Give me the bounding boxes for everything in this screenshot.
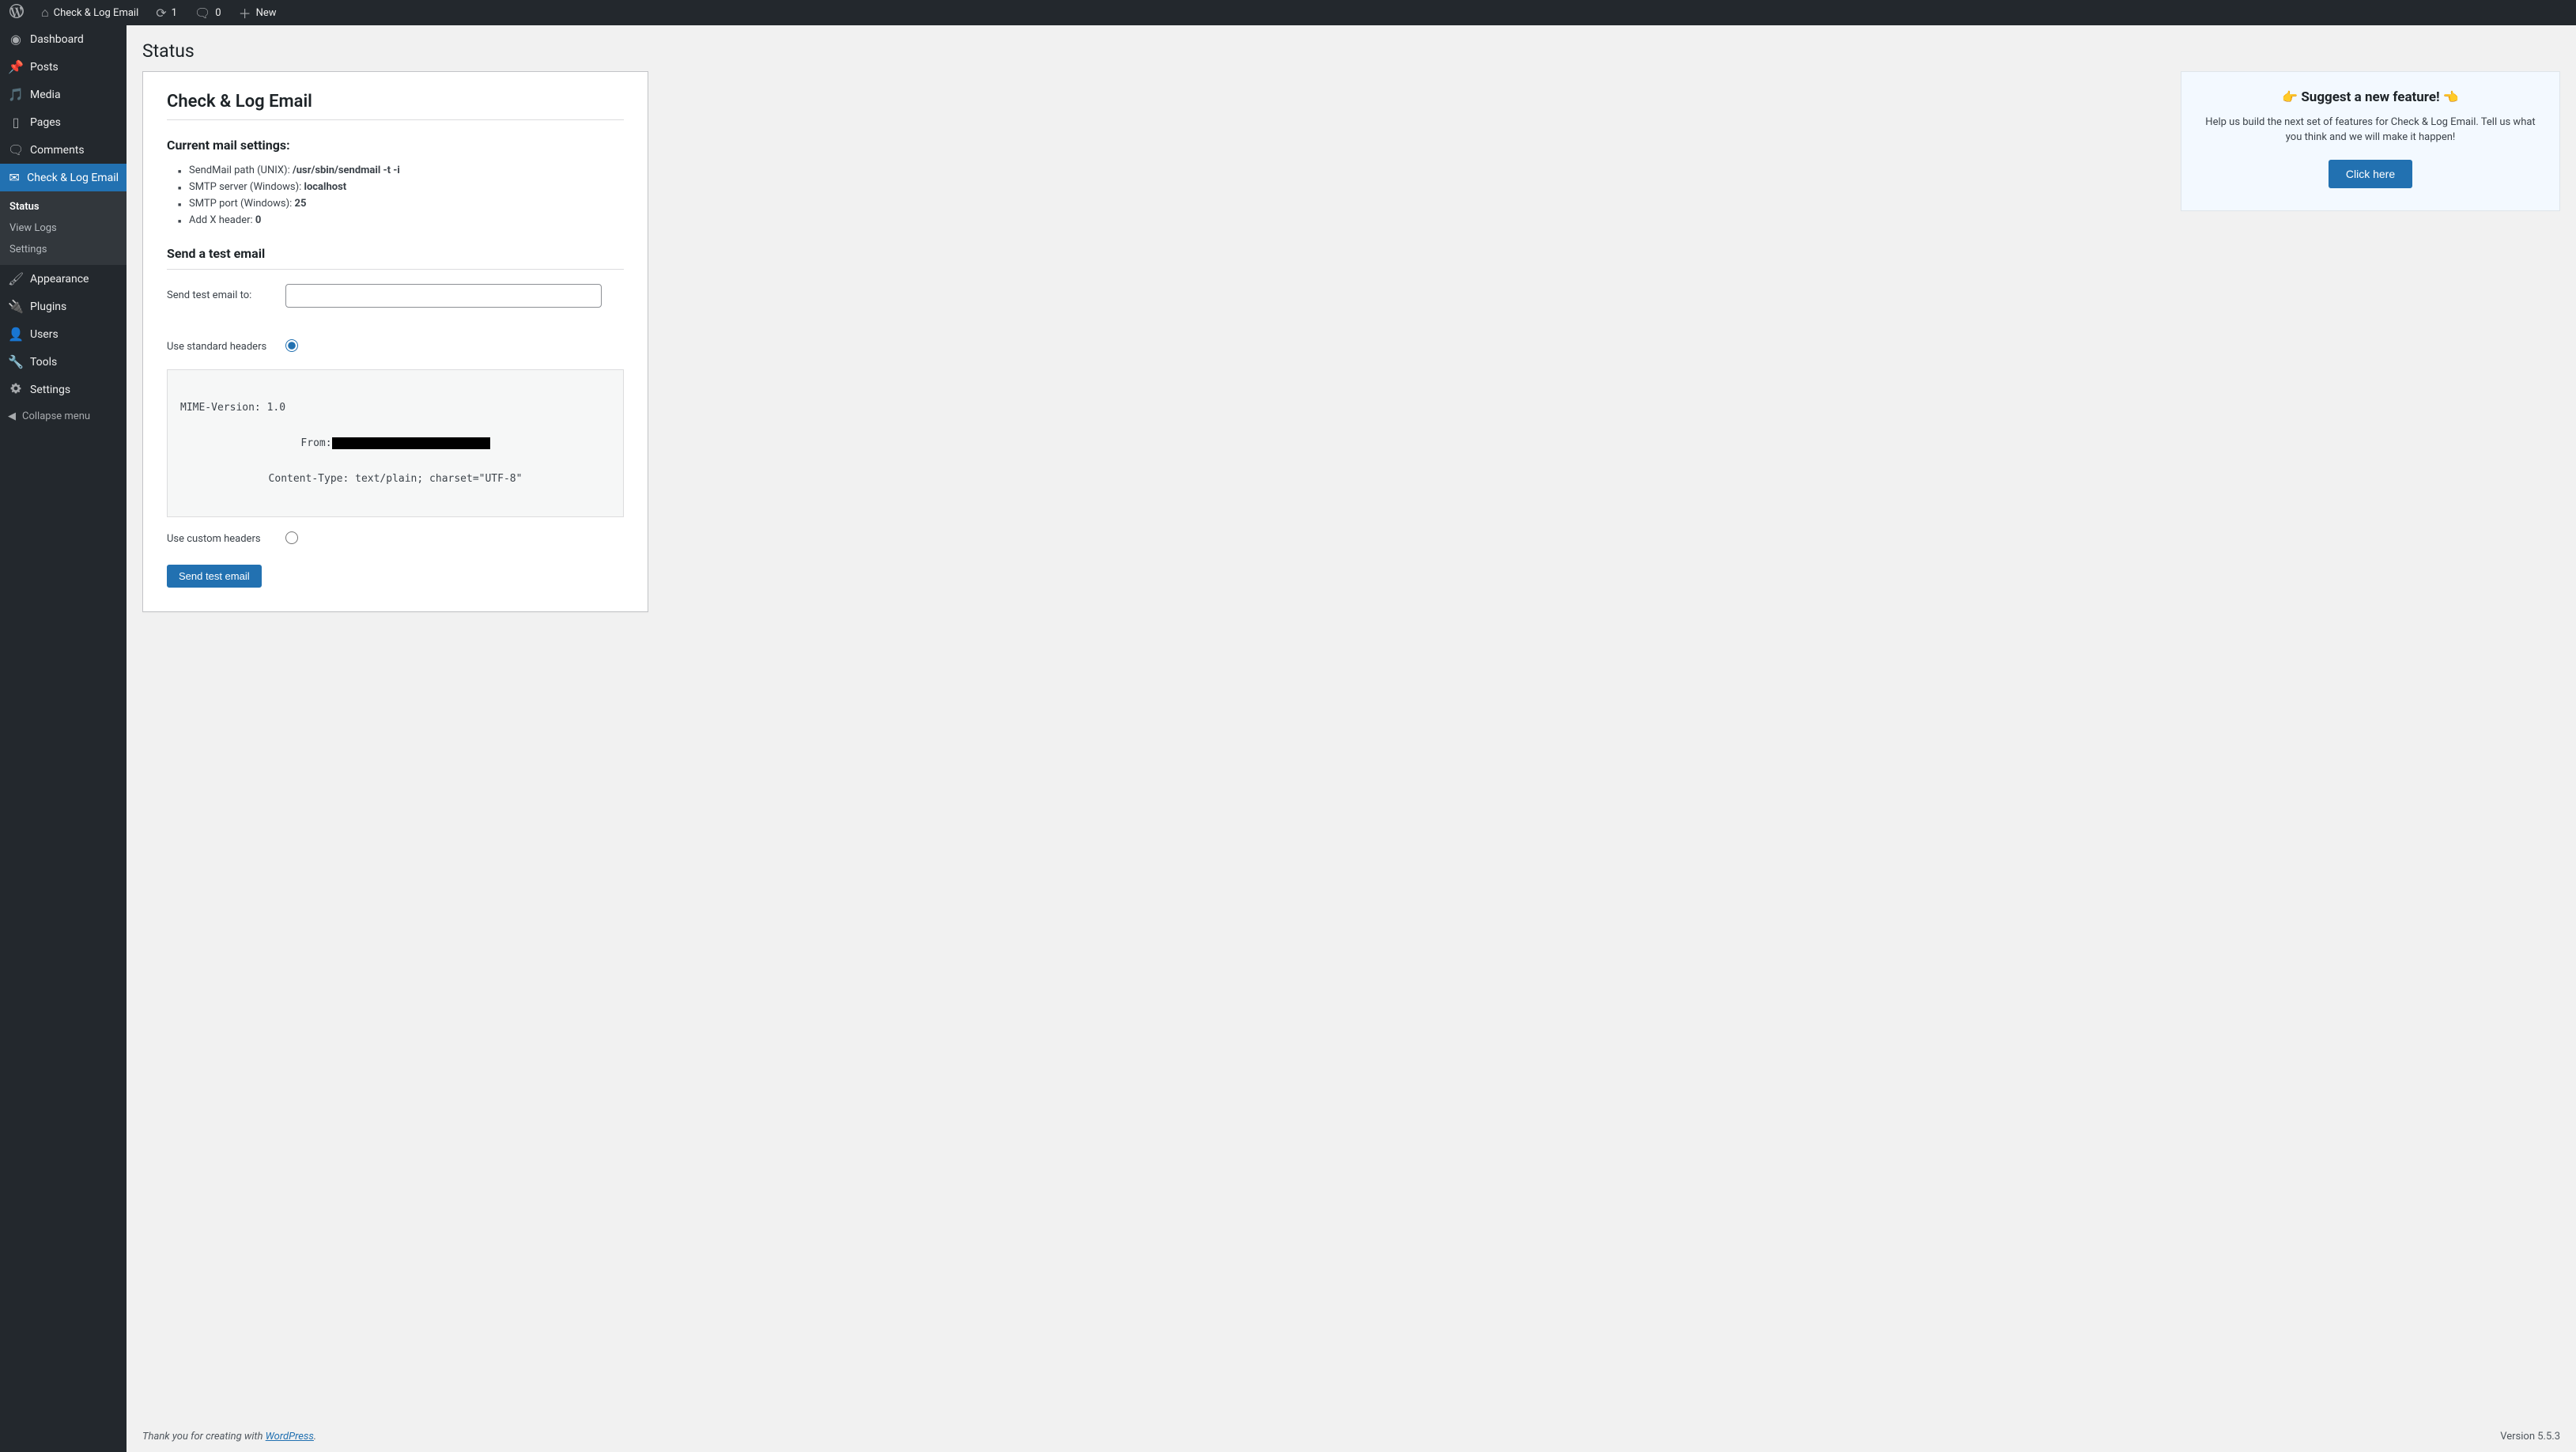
suggest-feature-promo: 👉 Suggest a new feature! 👈 Help us build… bbox=[2181, 71, 2560, 211]
comment-icon: 🗨 bbox=[8, 142, 24, 157]
menu-label: Media bbox=[30, 89, 61, 101]
home-icon: ⌂ bbox=[41, 5, 49, 21]
menu-dashboard[interactable]: ◉ Dashboard bbox=[0, 25, 127, 53]
site-name-label: Check & Log Email bbox=[54, 7, 139, 19]
wrench-icon: 🔧 bbox=[8, 354, 24, 369]
wp-logo-menu[interactable] bbox=[6, 0, 27, 25]
admin-menu: ◉ Dashboard 📌 Posts 🎵 Media ▯ Pages 🗨 Co… bbox=[0, 25, 127, 1452]
media-icon: 🎵 bbox=[8, 87, 24, 102]
submenu-settings[interactable]: Settings bbox=[0, 239, 127, 260]
comments-menu[interactable]: 🗨 0 bbox=[191, 0, 225, 25]
menu-label: Pages bbox=[30, 116, 61, 129]
menu-label: Tools bbox=[30, 356, 57, 369]
page-title: Status bbox=[142, 25, 2560, 71]
point-left-icon: 👈 bbox=[2443, 89, 2459, 104]
setting-sendmail: SendMail path (UNIX): /usr/sbin/sendmail… bbox=[178, 162, 624, 179]
plus-icon: ＋ bbox=[239, 3, 251, 22]
menu-label: Comments bbox=[30, 144, 85, 157]
menu-check-log-email[interactable]: ✉ Check & Log Email bbox=[0, 164, 127, 191]
point-right-icon: 👉 bbox=[2282, 89, 2298, 104]
menu-plugins[interactable]: 🔌 Plugins bbox=[0, 293, 127, 320]
content-body: Status Check & Log Email Current mail se… bbox=[127, 25, 2576, 1452]
headers-content-type-line: Content-Type: text/plain; charset="UTF-8… bbox=[180, 473, 610, 485]
menu-label: Check & Log Email bbox=[27, 172, 119, 184]
promo-title-text: Suggest a new feature! bbox=[2301, 89, 2439, 105]
menu-label: Plugins bbox=[30, 301, 66, 313]
custom-headers-label: Use custom headers bbox=[167, 533, 270, 545]
footer: Thank you for creating with WordPress. V… bbox=[127, 1421, 2576, 1452]
card-title: Check & Log Email bbox=[167, 92, 624, 120]
plug-icon: 🔌 bbox=[8, 299, 24, 314]
pin-icon: 📌 bbox=[8, 59, 24, 74]
menu-label: Settings bbox=[30, 384, 70, 396]
headers-from-line: From: bbox=[180, 437, 610, 449]
admin-toolbar: ⌂ Check & Log Email ⟳ 1 🗨 0 ＋ New bbox=[0, 0, 2576, 25]
collapse-icon: ◀ bbox=[8, 410, 16, 422]
standard-headers-radio[interactable] bbox=[285, 339, 298, 352]
menu-settings[interactable]: Settings bbox=[0, 376, 127, 404]
settings-list: SendMail path (UNIX): /usr/sbin/sendmail… bbox=[167, 162, 624, 229]
menu-users[interactable]: 👤 Users bbox=[0, 320, 127, 348]
gear-icon bbox=[8, 382, 24, 398]
wordpress-link[interactable]: WordPress bbox=[266, 1431, 314, 1443]
headers-mime-line: MIME-Version: 1.0 bbox=[180, 402, 610, 414]
comments-count: 0 bbox=[215, 7, 221, 19]
promo-text: Help us build the next set of features f… bbox=[2205, 115, 2536, 146]
row-standard-headers: Use standard headers bbox=[167, 339, 624, 355]
menu-label: Dashboard bbox=[30, 33, 84, 46]
send-to-input[interactable] bbox=[285, 284, 602, 308]
setting-xheader: Add X header: 0 bbox=[178, 212, 624, 229]
submenu-status[interactable]: Status bbox=[0, 196, 127, 217]
menu-label: Appearance bbox=[30, 273, 89, 285]
row-custom-headers: Use custom headers bbox=[167, 531, 624, 547]
brush-icon: 🖌 bbox=[8, 271, 24, 286]
site-name-menu[interactable]: ⌂ Check & Log Email bbox=[38, 0, 142, 25]
menu-tools[interactable]: 🔧 Tools bbox=[0, 348, 127, 376]
footer-thanks: Thank you for creating with WordPress. bbox=[142, 1431, 316, 1443]
dashboard-icon: ◉ bbox=[8, 32, 24, 47]
headers-preview-box: MIME-Version: 1.0 From: Content-Type: te… bbox=[167, 369, 624, 517]
test-email-heading: Send a test email bbox=[167, 246, 624, 270]
row-send-to: Send test email to: bbox=[167, 284, 624, 308]
menu-label: Users bbox=[30, 328, 59, 341]
setting-smtp-server: SMTP server (Windows): localhost bbox=[178, 179, 624, 195]
menu-pages[interactable]: ▯ Pages bbox=[0, 108, 127, 136]
promo-title: 👉 Suggest a new feature! 👈 bbox=[2205, 89, 2536, 105]
menu-media[interactable]: 🎵 Media bbox=[0, 81, 127, 108]
collapse-menu[interactable]: ◀ Collapse menu bbox=[0, 404, 127, 429]
comment-icon: 🗨 bbox=[195, 6, 210, 21]
updates-menu[interactable]: ⟳ 1 bbox=[153, 0, 180, 25]
mail-icon: ✉ bbox=[8, 170, 21, 185]
current-settings-heading: Current mail settings: bbox=[167, 138, 624, 153]
redacted-from-value bbox=[332, 437, 490, 449]
page-icon: ▯ bbox=[8, 115, 24, 130]
menu-label: Posts bbox=[30, 61, 59, 74]
new-label: New bbox=[256, 7, 277, 19]
menu-appearance[interactable]: 🖌 Appearance bbox=[0, 265, 127, 293]
send-test-email-button[interactable]: Send test email bbox=[167, 565, 262, 588]
menu-posts[interactable]: 📌 Posts bbox=[0, 53, 127, 81]
collapse-label: Collapse menu bbox=[22, 410, 90, 422]
new-content-menu[interactable]: ＋ New bbox=[236, 0, 280, 25]
footer-version: Version 5.5.3 bbox=[2500, 1431, 2560, 1443]
send-to-label: Send test email to: bbox=[167, 289, 270, 301]
menu-comments[interactable]: 🗨 Comments bbox=[0, 136, 127, 164]
updates-count: 1 bbox=[172, 7, 177, 19]
submenu-check-log-email: Status View Logs Settings bbox=[0, 191, 127, 265]
standard-headers-label: Use standard headers bbox=[167, 341, 270, 353]
promo-click-here-button[interactable]: Click here bbox=[2329, 160, 2412, 188]
user-icon: 👤 bbox=[8, 327, 24, 342]
submenu-view-logs[interactable]: View Logs bbox=[0, 217, 127, 239]
custom-headers-radio[interactable] bbox=[285, 531, 298, 544]
setting-smtp-port: SMTP port (Windows): 25 bbox=[178, 195, 624, 212]
status-card: Check & Log Email Current mail settings:… bbox=[142, 71, 648, 612]
update-icon: ⟳ bbox=[156, 6, 166, 21]
wordpress-icon bbox=[9, 4, 24, 21]
